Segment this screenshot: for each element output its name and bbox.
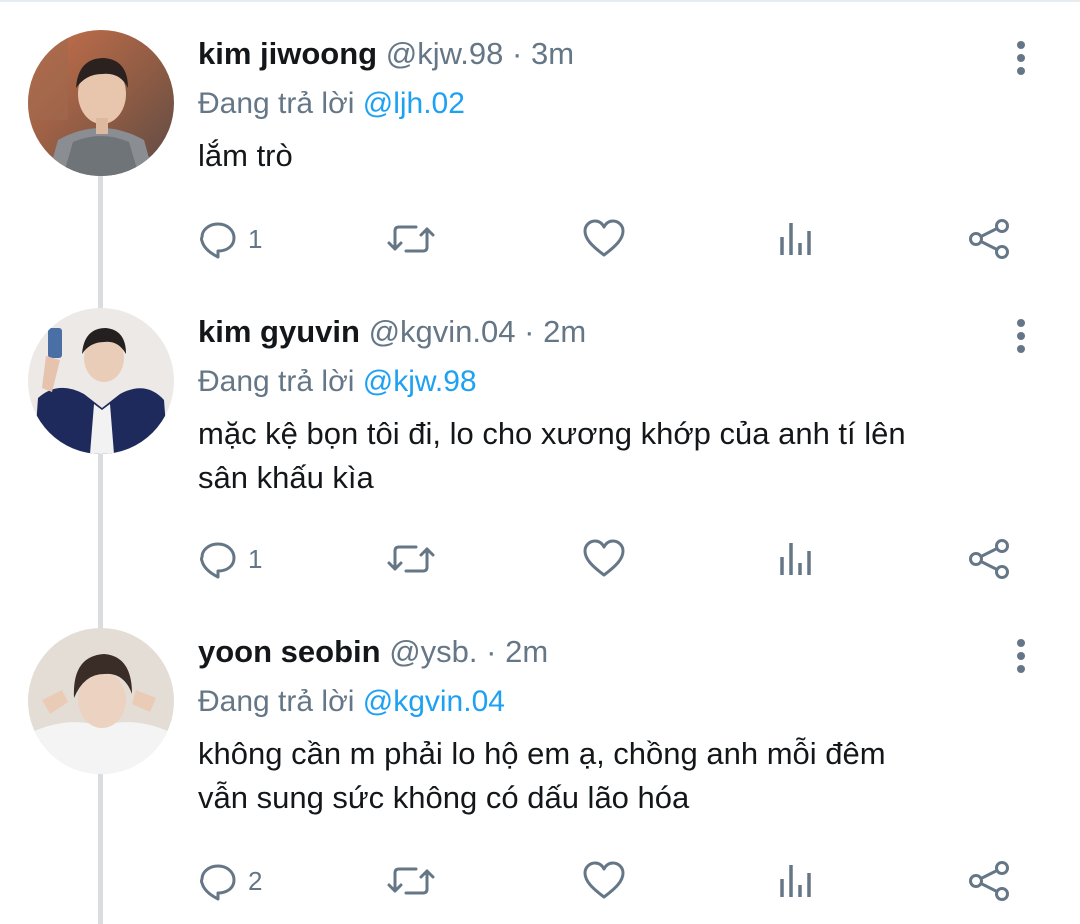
reply-prefix: Đang trả lời [198,685,355,718]
profile-photo-icon [28,628,174,774]
reply-handle-link[interactable]: @ljh.02 [363,87,465,120]
reply-button[interactable]: 1 [198,534,262,584]
like-button[interactable] [582,856,626,906]
display-name[interactable]: kim gyuvin [198,314,360,349]
display-name[interactable]: kim jiwoong [198,36,377,71]
display-name[interactable]: yoon seobin [198,634,381,669]
tweet-header: kim gyuvin @kgvin.04 · 2m [198,312,586,352]
reply-prefix: Đang trả lời [198,87,355,120]
heart-icon [583,539,625,577]
like-button[interactable] [582,214,626,264]
tweet-text-line: lắm trò [198,138,293,173]
user-handle[interactable]: @ysb. [389,634,477,669]
timestamp[interactable]: 2m [543,314,586,349]
reply-button[interactable]: 1 [198,214,262,264]
profile-photo-icon [28,308,174,454]
more-vertical-icon [1017,639,1025,673]
retweet-icon [387,867,435,895]
avatar[interactable] [28,30,174,176]
share-icon [969,861,1009,901]
share-button[interactable] [968,856,1010,906]
reply-prefix: Đang trả lời [198,365,355,398]
reply-icon [200,222,236,259]
tweet-text: mặc kệ bọn tôi đi, lo cho xương khớp của… [198,412,1018,500]
replying-to: Đang trả lời @kjw.98 [198,362,477,402]
heart-icon [583,219,625,257]
more-vertical-icon [1017,41,1025,75]
timestamp[interactable]: 3m [531,36,574,71]
retweet-button[interactable] [386,534,436,584]
tweet-text-line: không cần m phải lo hộ em ạ, chồng anh m… [198,736,886,771]
share-icon [969,539,1009,579]
retweet-button[interactable] [386,856,436,906]
tweet-text-line: sân khấu kìa [198,460,374,495]
top-divider [0,0,1080,2]
more-options-button[interactable] [1004,38,1038,78]
analytics-button[interactable] [776,856,816,906]
share-button[interactable] [968,214,1010,264]
timestamp[interactable]: 2m [505,634,548,669]
tweet-header: kim jiwoong @kjw.98 · 3m [198,34,574,74]
share-button[interactable] [968,534,1010,584]
analytics-button[interactable] [776,534,816,584]
like-button[interactable] [582,534,626,584]
reply-count: 1 [248,543,263,574]
tweet[interactable]: yoon seobin @ysb. · 2m Đang trả lời @kgv… [0,628,1080,918]
avatar[interactable] [28,308,174,454]
tweet-header: yoon seobin @ysb. · 2m [198,632,548,672]
retweet-icon [387,225,435,253]
reply-handle-link[interactable]: @kgvin.04 [363,685,505,718]
analytics-button[interactable] [776,214,816,264]
share-icon [969,219,1009,259]
avatar[interactable] [28,628,174,774]
separator: · [512,36,523,71]
tweet[interactable]: kim jiwoong @kjw.98 · 3m Đang trả lời @l… [0,30,1080,270]
tweet-text-line: vẫn sung sức không có dấu lão hóa [198,780,690,815]
reply-icon [200,864,236,901]
tweet-text: lắm trò [198,134,1018,178]
separator: · [524,314,535,349]
analytics-icon [780,543,811,575]
user-handle[interactable]: @kjw.98 [386,36,504,71]
more-options-button[interactable] [1004,316,1038,356]
reply-handle-link[interactable]: @kjw.98 [363,365,477,398]
replying-to: Đang trả lời @kgvin.04 [198,682,505,722]
reply-icon [200,542,236,579]
analytics-icon [780,865,811,897]
retweet-icon [387,545,435,573]
analytics-icon [780,223,811,255]
reply-count: 1 [248,223,263,254]
reply-button[interactable]: 2 [198,856,262,906]
heart-icon [583,861,625,899]
reply-count: 2 [248,865,263,896]
more-options-button[interactable] [1004,636,1038,676]
tweet-text: không cần m phải lo hộ em ạ, chồng anh m… [198,732,1018,820]
tweet[interactable]: kim gyuvin @kgvin.04 · 2m Đang trả lời @… [0,308,1080,598]
tweet-actions: 2 [198,856,1028,906]
tweet-text-line: mặc kệ bọn tôi đi, lo cho xương khớp của… [198,416,906,451]
retweet-button[interactable] [386,214,436,264]
user-handle[interactable]: @kgvin.04 [369,314,516,349]
more-vertical-icon [1017,319,1025,353]
separator: · [486,634,497,669]
replying-to: Đang trả lời @ljh.02 [198,84,465,124]
profile-photo-icon [28,30,174,176]
tweet-actions: 1 [198,214,1028,264]
tweet-actions: 1 [198,534,1028,584]
